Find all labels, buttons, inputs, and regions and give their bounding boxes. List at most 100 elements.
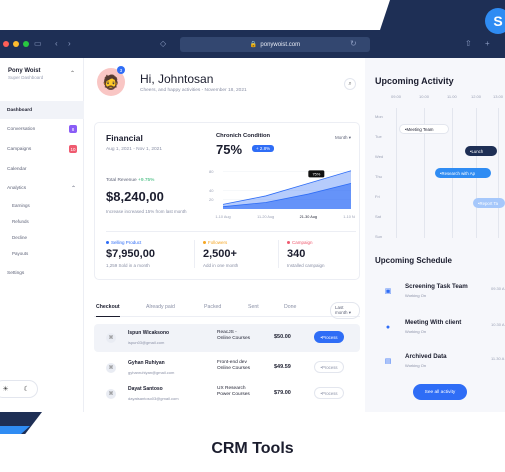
x-tick-label: 1-10 Aug (215, 215, 230, 219)
period-filter[interactable]: Last month ▾ (330, 302, 360, 319)
sidebar-item-campaigns[interactable]: Campaigns 10 (0, 140, 84, 158)
order-icon: ⌘ (106, 389, 116, 399)
kpi-sub: Add in one month (203, 263, 239, 268)
revenue-label: Total Revenue +9.75% (106, 178, 154, 183)
sidebar-subitem-payouts[interactable]: Payouts (0, 244, 84, 262)
course-line: Online Courses (217, 366, 251, 371)
activity-title: Upcoming Activity (375, 76, 454, 86)
process-button[interactable]: • Process (314, 361, 344, 373)
moon-icon[interactable]: ☾ (23, 385, 29, 393)
tab-already-paid[interactable]: Already paid (146, 304, 175, 310)
bottom-decoration (0, 412, 505, 434)
subitem-label: Refunds (12, 218, 29, 224)
kpi-followers: Followers 2,500+ Add in one month (194, 240, 274, 268)
process-label: Process (321, 390, 338, 396)
event-research[interactable]: • Research with Ap (435, 168, 491, 178)
y-tick-label: 40 (209, 188, 214, 193)
tab-packed[interactable]: Packed (204, 304, 221, 310)
hour-label: 09.00 (391, 94, 402, 99)
page-subtitle: Cheers, and happy activities - November … (140, 88, 247, 93)
caption: CRM Tools (211, 440, 294, 457)
sidebar-toggle-icon[interactable]: ▭ (34, 39, 42, 48)
main-content: 🧔 3 Hi, Johntosan Cheers, and happy acti… (84, 58, 365, 412)
revenue-change: +9.75% (138, 178, 155, 183)
order-course: ReacJS - Online Courses (217, 330, 250, 342)
sidebar-item-analytics[interactable]: Analytics ⌃ (0, 179, 84, 197)
day-label: Wed (375, 154, 384, 159)
schedule-item-time: 09.30 A (491, 286, 505, 291)
tab-checkout[interactable]: Checkout (96, 304, 120, 317)
event-label: Meeting Team (406, 126, 434, 132)
x-tick-label: 11-20 Aug (257, 215, 274, 219)
sidebar-item-conversation[interactable]: Conversation 8 (0, 120, 84, 138)
list-item[interactable]: ▤ Archived Data Working On 11.30 A (375, 350, 505, 378)
share-icon[interactable]: ⇧ (465, 39, 472, 48)
search-icon[interactable]: ⌕ (344, 78, 356, 90)
archive-icon: ▤ (384, 358, 392, 365)
list-item[interactable]: ● Meeting With client Working On 10.30 A (375, 316, 505, 344)
event-report[interactable]: • Report Ta (473, 198, 505, 208)
minimize-dot[interactable] (13, 41, 19, 47)
process-label: Process (321, 334, 338, 340)
sun-icon[interactable]: ☀ (2, 385, 8, 393)
reload-icon[interactable]: ↻ (350, 39, 357, 48)
kpi-dot (203, 241, 206, 244)
schedule-item-title: Archived Data (405, 353, 447, 360)
day-label: Mon (375, 114, 383, 119)
maximize-dot[interactable] (23, 41, 29, 47)
table-row[interactable]: ⌘ Ispun Wicaksono ispun03@gmail.com Reac… (94, 324, 360, 352)
sidebar-item-label: Settings (7, 270, 25, 276)
order-name: Gyhan Ruhiyan (128, 360, 165, 366)
event-meeting-team[interactable]: • Meeting Team (399, 124, 449, 134)
hour-label: 13.00 (493, 94, 504, 99)
schedule-item-sub: Working On (405, 329, 427, 334)
campaigns-count-badge: 10 (69, 145, 77, 153)
chronic-percent: 75% (216, 142, 243, 157)
revenue-label-text: Total Revenue (106, 178, 137, 183)
brand-name: Pony Woist (8, 68, 41, 74)
grid-line (396, 108, 397, 238)
tooltip-label: 75% (312, 171, 320, 176)
kpi-campaign: Campaign 340 Installed campaign (278, 240, 358, 268)
sidebar-item-settings[interactable]: Settings (0, 264, 84, 282)
x-tick-label: 21-30 Aug (300, 215, 317, 219)
kpi-label: Selling Product (111, 240, 142, 245)
schedule-item-sub: Working On (405, 363, 427, 368)
tab-done[interactable]: Done (284, 304, 296, 310)
back-icon[interactable]: ‹ (55, 39, 58, 48)
activity-panel: Upcoming Activity 09.00 10.00 11.00 12.0… (365, 58, 505, 412)
new-tab-icon[interactable]: + (485, 39, 490, 48)
subitem-label: Payouts (12, 250, 29, 256)
day-label: Sat (375, 214, 382, 219)
table-row[interactable]: ⌘ Dayat Santoso dayatsantoso03@gmail.com… (94, 380, 360, 408)
y-tick-label: 20 (209, 197, 214, 202)
close-dot[interactable] (3, 41, 9, 47)
order-icon: ⌘ (106, 363, 116, 373)
event-lunch[interactable]: • Lunch (465, 146, 497, 156)
sidebar-item-label: Calendar (7, 166, 27, 172)
month-dropdown-label: Month (335, 135, 348, 140)
sidebar-item-dashboard[interactable]: Dashboard (0, 101, 84, 119)
url-bar[interactable]: 🔒 ponywoist.com (180, 37, 370, 52)
sidebar-item-calendar[interactable]: Calendar (0, 160, 84, 178)
course-line: ReacJS - (217, 330, 237, 335)
revenue-value: $8,240,00 (106, 189, 164, 204)
workspace-switch-icon[interactable]: ⌃ (70, 70, 75, 77)
kpi-value: 2,500+ (203, 248, 237, 260)
process-button[interactable]: • Process (314, 331, 344, 343)
theme-toggle[interactable]: ☀ ☾ (0, 380, 38, 398)
course-line: Power Courses (217, 392, 250, 397)
financial-card: Financial Aug 1, 2021 - Nov 1, 2021 Tota… (94, 122, 360, 280)
period-filter-label: Last month (335, 305, 348, 315)
forward-icon[interactable]: › (68, 39, 71, 48)
see-all-activity-button[interactable]: See all activity (413, 384, 467, 400)
table-row[interactable]: ⌘ Gyhan Ruhiyan gyhanruhiyan@gmail.com F… (94, 354, 360, 382)
day-label: Thu (375, 174, 382, 179)
tab-sent[interactable]: Sent (248, 304, 259, 310)
process-button[interactable]: • Process (314, 387, 344, 399)
month-dropdown[interactable]: Month ▾ (335, 135, 351, 141)
event-label: Report Ta (479, 200, 499, 206)
chronic-area-chart: 20 40 80 75% 1-10 Aug 11-20 Aug 21-30 Aug 1-10 … (209, 169, 355, 219)
list-item[interactable]: ▣ Screening Task Team Working On 09.30 A (375, 280, 505, 308)
conversation-count-badge: 8 (69, 125, 77, 133)
